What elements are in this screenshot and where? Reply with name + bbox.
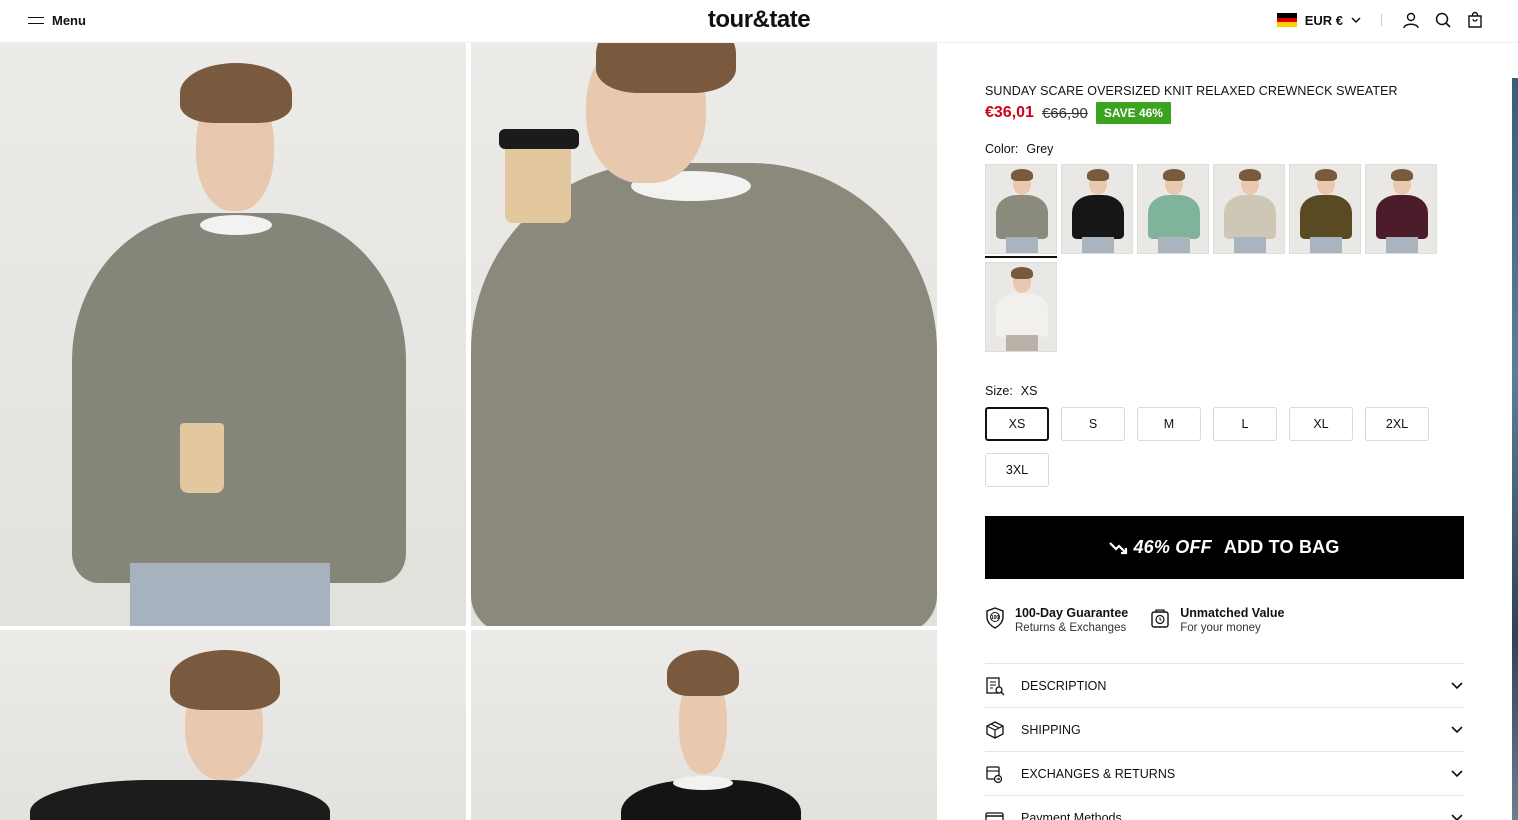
size-option-m[interactable]: M xyxy=(1137,407,1201,441)
swatch-black[interactable] xyxy=(1061,164,1133,254)
account-icon[interactable] xyxy=(1402,11,1420,29)
trust-badges: 100 100-Day Guarantee Returns & Exchange… xyxy=(985,606,1284,634)
discount-text: 46% OFF xyxy=(1133,537,1212,557)
size-label: Size: XS xyxy=(985,384,1037,398)
chevron-down-icon xyxy=(1451,682,1463,690)
swatch-brown[interactable] xyxy=(1289,164,1361,254)
header-divider xyxy=(1381,14,1382,26)
swatch-grey[interactable] xyxy=(985,164,1057,254)
currency-label: EUR € xyxy=(1304,12,1343,28)
cart-icon[interactable] xyxy=(1466,11,1484,29)
badge-subtitle: Returns & Exchanges xyxy=(1015,622,1127,634)
product-image-3[interactable] xyxy=(0,630,466,820)
chevron-down-icon xyxy=(1451,726,1463,734)
product-image-2[interactable] xyxy=(471,43,937,626)
product-gallery xyxy=(0,43,937,820)
accordion-payment-methods[interactable]: Payment Methods xyxy=(985,795,1464,820)
swatch-green[interactable] xyxy=(1137,164,1209,254)
accordion-exchanges-returns[interactable]: EXCHANGES & RETURNS xyxy=(985,751,1464,795)
shield-100-icon: 100 xyxy=(986,607,1004,629)
svg-text:100: 100 xyxy=(991,615,1000,621)
accordion-shipping[interactable]: SHIPPING xyxy=(985,707,1464,751)
price-row: €36,01 €66,90 SAVE 46% xyxy=(985,102,1171,124)
color-label: Color: Grey xyxy=(985,142,1053,156)
size-label-text: Size: xyxy=(985,384,1013,398)
trend-down-icon xyxy=(1109,541,1128,554)
chevron-down-icon xyxy=(1451,770,1463,778)
product-image-1[interactable] xyxy=(0,43,466,626)
swatch-burgundy[interactable] xyxy=(1365,164,1437,254)
badge-subtitle: For your money xyxy=(1180,622,1261,634)
product-title: SUNDAY SCARE OVERSIZED KNIT RELAXED CREW… xyxy=(985,84,1398,98)
badge-title: 100-Day Guarantee xyxy=(1015,606,1129,620)
save-badge: SAVE 46% xyxy=(1095,102,1171,124)
card-icon xyxy=(985,811,1004,820)
accordion-description[interactable]: DESCRIPTION xyxy=(985,663,1464,707)
size-option-xl[interactable]: XL xyxy=(1289,407,1353,441)
add-to-bag-button[interactable]: 46% OFF ADD TO BAG xyxy=(985,516,1464,579)
exchange-icon xyxy=(986,765,1003,783)
chevron-down-icon xyxy=(1451,814,1463,820)
search-icon[interactable] xyxy=(1434,11,1452,29)
accordion-label: DESCRIPTION xyxy=(1021,678,1107,693)
badge-title: Unmatched Value xyxy=(1180,606,1285,620)
discount-label: 46% OFF xyxy=(1109,537,1212,558)
product-image-4[interactable] xyxy=(471,630,937,820)
compare-price: €66,90 xyxy=(1041,104,1088,122)
color-value: Grey xyxy=(1026,142,1054,156)
currency-selector[interactable]: EUR € xyxy=(1276,12,1361,28)
accordion-label: Payment Methods xyxy=(1021,810,1122,820)
selected-swatch-indicator xyxy=(985,256,1057,258)
guarantee-badge: 100 100-Day Guarantee Returns & Exchange… xyxy=(985,606,1128,634)
chevron-down-icon xyxy=(1351,17,1361,24)
size-value: XS xyxy=(1020,384,1038,398)
size-option-l[interactable]: L xyxy=(1213,407,1277,441)
size-option-s[interactable]: S xyxy=(1061,407,1125,441)
size-option-2xl[interactable]: 2XL xyxy=(1365,407,1429,441)
box-icon xyxy=(986,720,1004,739)
size-option-xs[interactable]: XS xyxy=(985,407,1049,441)
swatch-white[interactable] xyxy=(985,262,1057,352)
description-icon xyxy=(986,676,1005,695)
side-banner-image xyxy=(1512,78,1518,820)
value-tag-icon xyxy=(1151,609,1169,628)
accordion-label: EXCHANGES & RETURNS xyxy=(1021,766,1176,781)
sale-price: €36,01 xyxy=(985,104,1034,121)
value-badge: Unmatched Value For your money xyxy=(1150,606,1284,634)
accordion-label: SHIPPING xyxy=(1021,722,1081,737)
germany-flag-icon xyxy=(1276,13,1297,28)
size-option-3xl[interactable]: 3XL xyxy=(985,453,1049,487)
swatch-beige[interactable] xyxy=(1213,164,1285,254)
color-label-text: Color: xyxy=(985,142,1019,156)
add-to-bag-label: ADD TO BAG xyxy=(1223,537,1340,557)
site-header: Menu tour&tate EUR € xyxy=(0,0,1518,43)
